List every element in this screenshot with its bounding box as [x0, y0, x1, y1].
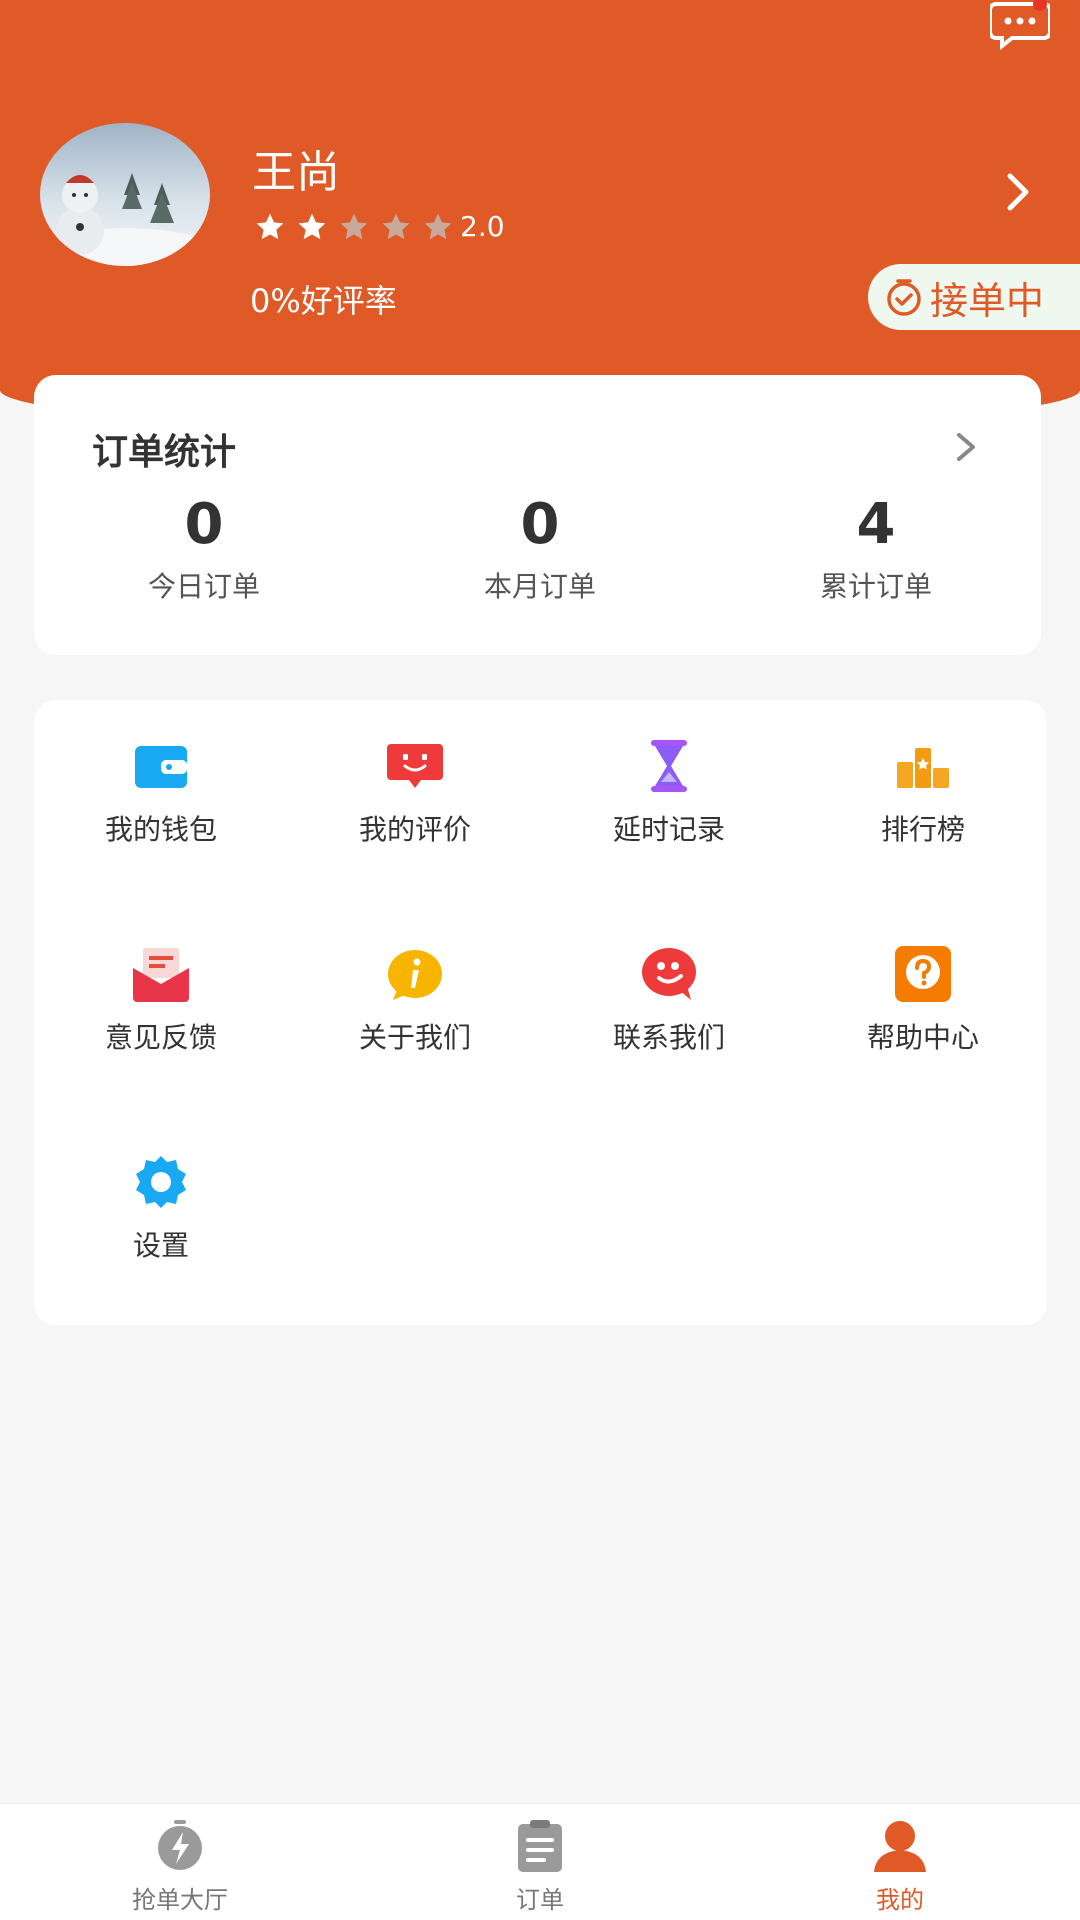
status-label: 接单中: [930, 278, 1045, 323]
order-stats-card[interactable]: 订单统计 0 今日订单 0 本月订单 4 累计订单: [34, 375, 1041, 655]
profile-icon: [874, 1821, 926, 1872]
order-status-toggle[interactable]: 接单中: [868, 264, 1080, 330]
info-icon: [388, 950, 442, 1000]
tab-label: 订单: [516, 1886, 564, 1914]
chevron-right-icon[interactable]: [951, 427, 981, 467]
orders-icon: [518, 1820, 562, 1872]
rating-value: 2.0: [460, 210, 505, 243]
menu-label: 联系我们: [612, 1021, 725, 1054]
review-icon: [387, 744, 443, 788]
tab-label: 抢单大厅: [132, 1886, 228, 1914]
stat-value: 0: [184, 492, 224, 557]
menu-ranking[interactable]: 排行榜: [796, 736, 1050, 886]
settings-icon: [136, 1156, 186, 1208]
star-empty-icon: [340, 213, 368, 239]
menu-wallet[interactable]: 我的钱包: [34, 736, 288, 886]
menu-label: 设置: [132, 1229, 189, 1262]
menu-settings[interactable]: 设置: [34, 1152, 288, 1302]
menu-help-center[interactable]: 帮助中心: [796, 944, 1050, 1094]
rating-stars: 2.0: [254, 210, 505, 243]
star-filled-icon: [256, 213, 284, 239]
menu-feedback[interactable]: 意见反馈: [34, 944, 288, 1094]
menu-label: 我的评价: [358, 813, 471, 846]
user-name: 王尚: [252, 147, 340, 198]
menu-label: 我的钱包: [104, 813, 217, 846]
menu-contact-us[interactable]: 联系我们: [542, 944, 796, 1094]
menu-label: 关于我们: [358, 1021, 471, 1054]
bottom-tab-bar: 抢单大厅 订单 我的: [0, 1803, 1080, 1920]
tab-mine[interactable]: 我的: [800, 1818, 1000, 1915]
stat-label: 累计订单: [819, 570, 932, 603]
stat-label: 本月订单: [483, 570, 596, 603]
help-icon: [895, 946, 951, 1002]
stats-title: 订单统计: [92, 432, 237, 473]
menu-label: 排行榜: [880, 813, 965, 846]
stat-value: 0: [520, 492, 560, 557]
avatar[interactable]: [40, 123, 210, 266]
menu-label: 延时记录: [612, 813, 725, 846]
menu-grid: 我的钱包 我的评价 延时记录 排行榜 意见反馈 关于我们 联系我们 帮助中心 设…: [34, 700, 1047, 1325]
good-rate: 0%好评率: [250, 282, 397, 320]
tab-grab-orders[interactable]: 抢单大厅: [80, 1818, 280, 1915]
chevron-right-icon[interactable]: [998, 170, 1038, 214]
menu-about-us[interactable]: 关于我们: [288, 944, 542, 1094]
contact-icon: [642, 948, 696, 1000]
stat-total[interactable]: 4 累计订单: [746, 493, 1006, 605]
profile-header: 王尚 2.0 0%好评率 接单中: [0, 0, 1080, 430]
menu-reviews[interactable]: 我的评价: [288, 736, 542, 886]
snowman-avatar-image: [40, 173, 210, 266]
ranking-icon: [897, 748, 949, 788]
timer-icon: [887, 279, 921, 316]
stat-label: 今日订单: [147, 570, 260, 603]
menu-delay-records[interactable]: 延时记录: [542, 736, 796, 886]
star-empty-icon: [382, 213, 410, 239]
message-icon[interactable]: [990, 0, 1050, 50]
star-filled-icon: [298, 213, 326, 239]
stat-value: 4: [856, 492, 896, 557]
hourglass-icon: [651, 740, 687, 792]
menu-label: 帮助中心: [866, 1021, 979, 1054]
stat-today[interactable]: 0 今日订单: [74, 493, 334, 605]
stat-month[interactable]: 0 本月订单: [410, 493, 670, 605]
tab-label: 我的: [876, 1886, 924, 1914]
wallet-icon: [135, 746, 187, 788]
grab-order-icon: [158, 1820, 202, 1870]
tab-orders[interactable]: 订单: [440, 1818, 640, 1915]
feedback-icon: [133, 948, 189, 1002]
menu-label: 意见反馈: [104, 1021, 217, 1054]
star-empty-icon: [424, 213, 452, 239]
